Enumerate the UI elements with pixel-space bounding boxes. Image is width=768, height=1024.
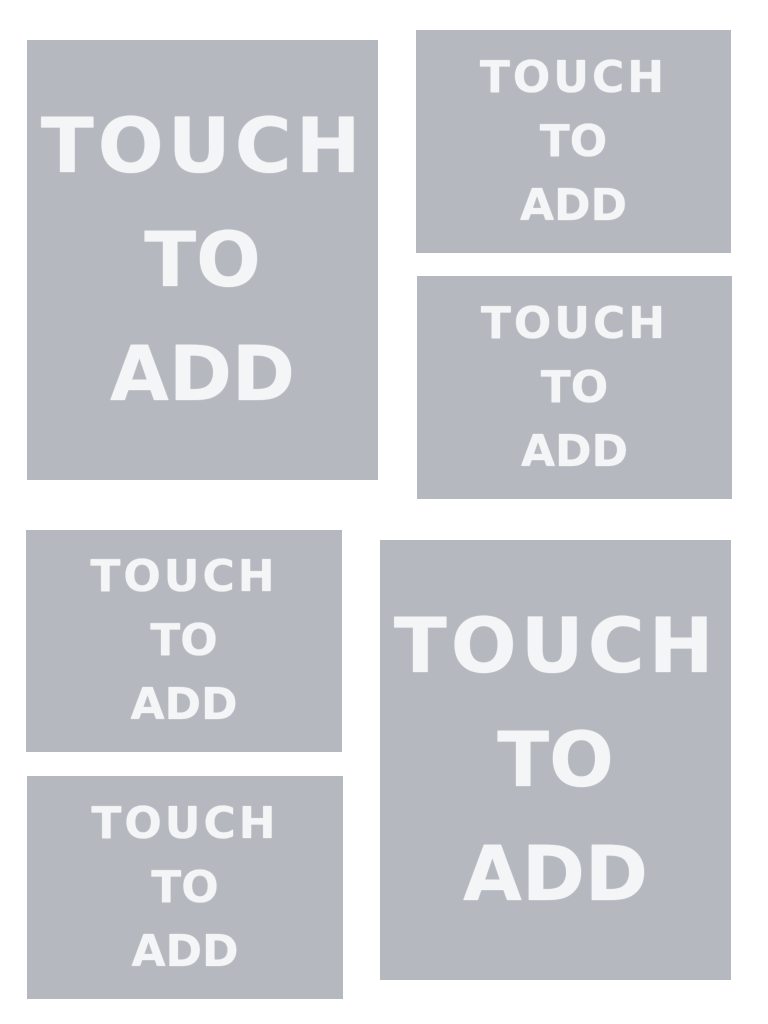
- slot-label-line-3: ADD: [131, 925, 239, 977]
- slot-label-line-3: ADD: [130, 679, 238, 730]
- slot-label-line-2: TO: [497, 715, 614, 804]
- slot-label-line-1: TOUCH: [40, 101, 365, 190]
- photo-slot-1[interactable]: TOUCH TO ADD: [27, 40, 378, 480]
- slot-label-line-2: TO: [144, 215, 261, 304]
- photo-slot-6[interactable]: TOUCH TO ADD: [27, 776, 343, 999]
- slot-label-line-3: ADD: [519, 179, 628, 231]
- slot-label-line-3: ADD: [520, 425, 629, 477]
- slot-label-line-2: TO: [151, 861, 219, 913]
- slot-label-line-2: TO: [539, 115, 608, 167]
- slot-label-line-1: TOUCH: [91, 797, 279, 849]
- slot-label-line-3: ADD: [110, 329, 295, 418]
- slot-label-line-2: TO: [540, 361, 609, 413]
- slot-label-line-2: TO: [150, 615, 218, 666]
- photo-slot-2[interactable]: TOUCH TO ADD: [416, 30, 731, 253]
- slot-label-line-3: ADD: [463, 829, 648, 918]
- slot-label-line-1: TOUCH: [393, 601, 718, 690]
- slot-label-line-1: TOUCH: [480, 297, 669, 349]
- photo-slot-3[interactable]: TOUCH TO ADD: [417, 276, 732, 499]
- photo-slot-4[interactable]: TOUCH TO ADD: [26, 530, 342, 752]
- slot-label-line-1: TOUCH: [90, 551, 278, 602]
- slot-label-line-1: TOUCH: [479, 51, 668, 103]
- photo-slot-5[interactable]: TOUCH TO ADD: [380, 540, 731, 980]
